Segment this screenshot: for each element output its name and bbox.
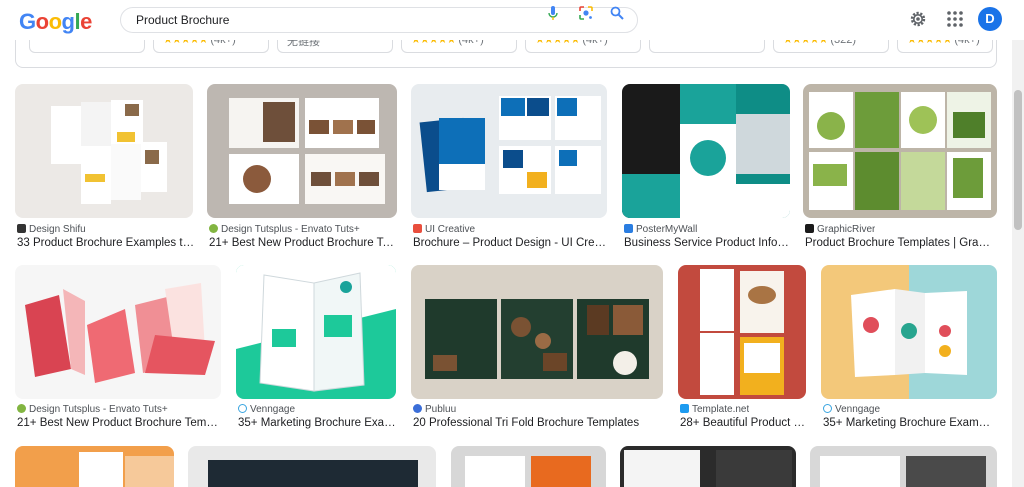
scrollbar-thumb[interactable]	[1014, 90, 1022, 230]
image-result[interactable]: Design Tutsplus - Envato Tuts+ 21+ Best …	[15, 265, 221, 433]
site-favicon-icon	[238, 404, 247, 413]
site-favicon-icon	[624, 224, 633, 233]
site-favicon-icon	[680, 404, 689, 413]
microphone-icon[interactable]	[545, 5, 561, 21]
image-result[interactable]	[810, 446, 997, 487]
site-favicon-icon	[413, 224, 422, 233]
result-thumbnail[interactable]	[15, 84, 193, 218]
image-result[interactable]: Venngage 35+ Marketing Brochure Example.…	[821, 265, 997, 433]
result-title[interactable]: 20 Professional Tri Fold Brochure Templa…	[413, 417, 663, 429]
result-thumbnail[interactable]	[678, 265, 806, 399]
image-result[interactable]: GraphicRiver Product Brochure Templates …	[803, 84, 997, 254]
result-source[interactable]: Publuu	[413, 404, 456, 415]
result-title[interactable]: 35+ Marketing Brochure Example...	[823, 417, 993, 429]
result-source[interactable]: GraphicRiver	[805, 224, 875, 235]
result-thumbnail[interactable]	[451, 446, 606, 487]
image-result[interactable]	[620, 446, 796, 487]
result-title[interactable]: 21+ Best New Product Brochure Te...	[209, 237, 397, 249]
search-input[interactable]	[136, 13, 516, 27]
result-source[interactable]: Design Tutsplus - Envato Tuts+	[17, 404, 168, 415]
result-source[interactable]: Venngage	[238, 404, 295, 415]
image-result[interactable]: UI Creative Brochure – Product Design - …	[411, 84, 609, 254]
page-scrollbar[interactable]	[1012, 40, 1024, 487]
apps-grid-icon[interactable]	[945, 9, 965, 29]
result-source[interactable]: Design Shifu	[17, 224, 86, 235]
account-avatar[interactable]: D	[978, 7, 1002, 31]
result-thumbnail[interactable]	[810, 446, 997, 487]
result-source[interactable]: Template.net	[680, 404, 749, 415]
image-result[interactable]	[188, 446, 436, 487]
result-thumbnail[interactable]	[411, 265, 663, 399]
google-logo[interactable]: Google	[19, 9, 92, 35]
image-result[interactable]: PosterMyWall Business Service Product In…	[622, 84, 790, 254]
result-source[interactable]: PosterMyWall	[624, 224, 697, 235]
image-result[interactable]	[451, 446, 606, 487]
top-bar: Google D	[0, 0, 1024, 40]
result-thumbnail[interactable]	[15, 265, 221, 399]
result-source[interactable]: Design Tutsplus - Envato Tuts+	[209, 224, 360, 235]
google-lens-icon[interactable]	[578, 5, 594, 21]
image-result[interactable]: Publuu 20 Professional Tri Fold Brochure…	[411, 265, 663, 433]
result-title[interactable]: 28+ Beautiful Product B...	[680, 417, 808, 429]
result-title[interactable]: 21+ Best New Product Brochure Templa...	[17, 417, 221, 429]
result-thumbnail[interactable]	[620, 446, 796, 487]
envato-leaf-icon	[209, 224, 218, 233]
image-result[interactable]: Template.net 28+ Beautiful Product B...	[678, 265, 808, 433]
result-title[interactable]: 33 Product Brochure Examples to ...	[17, 237, 195, 249]
site-favicon-icon	[823, 404, 832, 413]
result-thumbnail[interactable]	[622, 84, 790, 218]
result-thumbnail[interactable]	[821, 265, 997, 399]
result-title[interactable]: Business Service Product Infor...	[624, 237, 790, 249]
result-thumbnail[interactable]	[207, 84, 397, 218]
result-thumbnail[interactable]	[803, 84, 997, 218]
image-result[interactable]: Design Shifu 33 Product Brochure Example…	[15, 84, 195, 254]
search-icon[interactable]	[609, 5, 625, 21]
site-favicon-icon	[805, 224, 814, 233]
image-result[interactable]: Design Tutsplus - Envato Tuts+ 21+ Best …	[207, 84, 397, 254]
settings-gear-icon[interactable]	[908, 9, 928, 29]
result-thumbnail[interactable]	[411, 84, 607, 218]
image-result[interactable]	[15, 446, 174, 487]
site-favicon-icon	[17, 224, 26, 233]
result-title[interactable]: 35+ Marketing Brochure Exam...	[238, 417, 398, 429]
site-favicon-icon	[413, 404, 422, 413]
result-title[interactable]: Brochure – Product Design - UI Creati...	[413, 237, 609, 249]
image-result[interactable]: Venngage 35+ Marketing Brochure Exam...	[236, 265, 398, 433]
result-title[interactable]: Product Brochure Templates | Graphi...	[805, 237, 995, 249]
result-source[interactable]: UI Creative	[413, 224, 475, 235]
result-thumbnail[interactable]	[236, 265, 396, 399]
result-source[interactable]: Venngage	[823, 404, 880, 415]
envato-leaf-icon	[17, 404, 26, 413]
result-thumbnail[interactable]	[188, 446, 436, 487]
result-thumbnail[interactable]	[15, 446, 174, 487]
